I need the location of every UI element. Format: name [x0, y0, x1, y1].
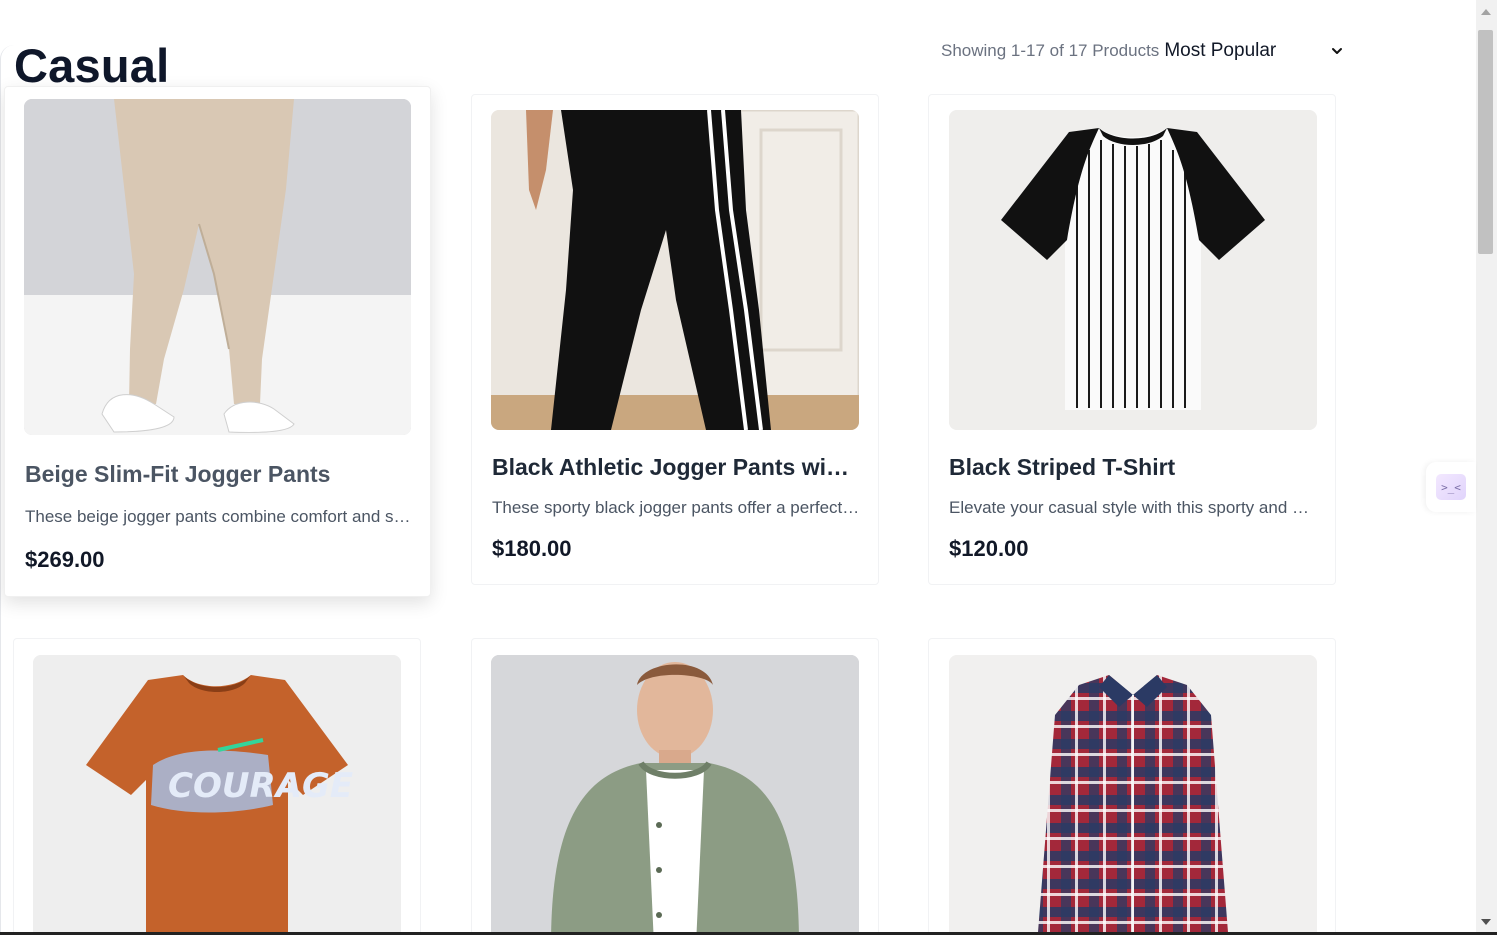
- product-card[interactable]: [928, 638, 1336, 932]
- category-title: Casual: [14, 39, 170, 92]
- code-assistant-icon: >_<: [1436, 474, 1466, 500]
- olive-bomber-jacket-image: [491, 655, 859, 932]
- product-name[interactable]: Beige Slim-Fit Jogger Pants: [25, 461, 415, 488]
- side-assistant-widget[interactable]: >_<: [1426, 462, 1476, 512]
- product-name[interactable]: Black Striped T-Shirt: [949, 454, 1319, 481]
- product-card[interactable]: Black Athletic Jogger Pants with White S…: [471, 94, 879, 585]
- product-name[interactable]: Black Athletic Jogger Pants with White S…: [492, 454, 852, 481]
- product-count-text: Showing 1-17 of 17 Products: [941, 41, 1160, 60]
- sort-select[interactable]: Most Popular: [1164, 38, 1346, 64]
- chevron-down-icon: [1332, 48, 1343, 54]
- product-card[interactable]: COURAGE: [13, 638, 421, 932]
- svg-text:COURAGE: COURAGE: [168, 766, 353, 806]
- product-image[interactable]: [949, 655, 1317, 932]
- product-price: $269.00: [25, 547, 105, 572]
- orange-graphic-tshirt-image: COURAGE: [33, 655, 401, 932]
- product-image[interactable]: COURAGE: [33, 655, 401, 932]
- product-listing-page: Casual Showing 1-17 of 17 Products Most …: [0, 0, 1476, 932]
- beige-jogger-pants-image: [24, 99, 411, 435]
- black-striped-tshirt-image: [949, 110, 1317, 430]
- sort-bar: Showing 1-17 of 17 Products Most Popular: [941, 38, 1346, 64]
- product-image[interactable]: [949, 110, 1317, 430]
- product-description: Elevate your casual style with this spor…: [949, 498, 1317, 517]
- scrollbar-thumb[interactable]: [1478, 30, 1493, 254]
- product-card[interactable]: Black Striped T-Shirt Elevate your casua…: [928, 94, 1336, 585]
- sort-select-value: Most Popular: [1164, 40, 1277, 61]
- product-card[interactable]: [471, 638, 879, 932]
- product-image[interactable]: [24, 99, 411, 435]
- page-scrollbar[interactable]: [1476, 0, 1497, 932]
- scroll-down-arrow-icon[interactable]: [1481, 919, 1491, 925]
- black-striped-jogger-pants-image: [491, 110, 859, 430]
- scroll-up-arrow-icon[interactable]: [1481, 9, 1491, 15]
- product-price: $180.00: [492, 536, 572, 561]
- product-card[interactable]: Beige Slim-Fit Jogger Pants These beige …: [4, 86, 431, 597]
- product-image[interactable]: [491, 110, 859, 430]
- product-description: These sporty black jogger pants offer a …: [492, 498, 860, 517]
- product-price: $120.00: [949, 536, 1029, 561]
- product-description: These beige jogger pants combine comfort…: [25, 507, 411, 526]
- product-image[interactable]: [491, 655, 859, 932]
- red-navy-plaid-shirt-image: [949, 655, 1317, 932]
